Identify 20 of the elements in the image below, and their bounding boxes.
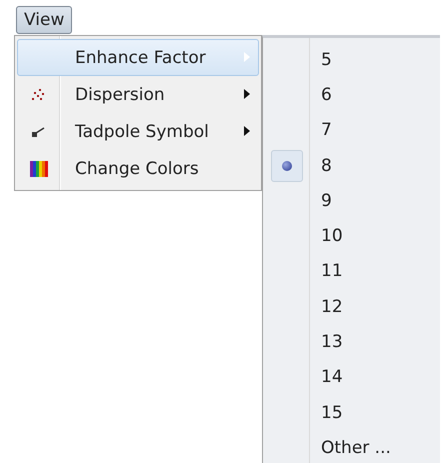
menu-item[interactable]: 12 — [263, 289, 440, 324]
tadpole-icon — [32, 126, 46, 138]
menu-item[interactable]: 5 — [263, 42, 440, 78]
menu-item[interactable]: 10 — [263, 218, 440, 254]
menu-item[interactable]: Enhance Factor — [17, 39, 259, 76]
menu-item[interactable]: 15 — [263, 394, 440, 430]
menu-item[interactable]: 13 — [263, 324, 440, 360]
menu-item[interactable]: 11 — [263, 254, 440, 290]
menu-item[interactable]: 14 — [263, 360, 440, 395]
menu-item[interactable]: 7 — [263, 112, 440, 148]
menu-item[interactable]: Change Colors — [17, 150, 259, 187]
menu-item[interactable]: Dispersion — [17, 76, 259, 113]
dots-icon — [32, 88, 46, 100]
menu-item[interactable]: 6 — [263, 77, 440, 113]
menu-item[interactable]: 8 — [263, 148, 440, 184]
menu-item[interactable]: Other ... — [263, 430, 440, 463]
color-bars-icon — [30, 160, 48, 176]
view-menu-button[interactable]: View — [16, 6, 72, 34]
menu-item[interactable]: Tadpole Symbol — [17, 113, 259, 150]
menu-item[interactable]: 9 — [263, 183, 440, 218]
